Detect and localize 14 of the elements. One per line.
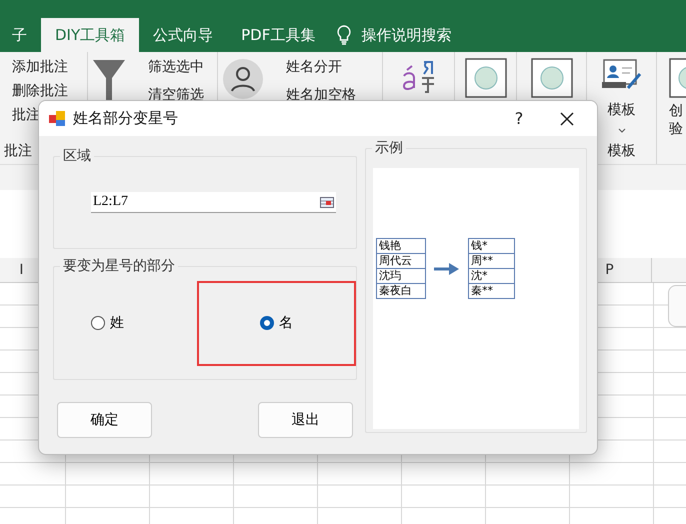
table-cell: 周代云 xyxy=(377,253,425,268)
table-cell: 秦夜白 xyxy=(377,283,425,298)
group-label: 批注 xyxy=(4,142,32,160)
dialog-title: 姓名部分变星号 xyxy=(73,109,179,128)
group-title: 区域 xyxy=(60,147,94,165)
table-cell: 沈玙 xyxy=(377,268,425,283)
group-title: 示例 xyxy=(372,139,406,157)
group-title: 要变为星号的部分 xyxy=(60,257,178,275)
table-cell-text: 钱艳 xyxy=(378,239,402,253)
table-cell: 周** xyxy=(469,253,514,268)
group-label: 模板 xyxy=(608,142,636,160)
table-cell-text: 钱* xyxy=(470,239,488,253)
table-cell: 秦** xyxy=(469,283,514,298)
table-cell: 沈* xyxy=(469,268,514,283)
